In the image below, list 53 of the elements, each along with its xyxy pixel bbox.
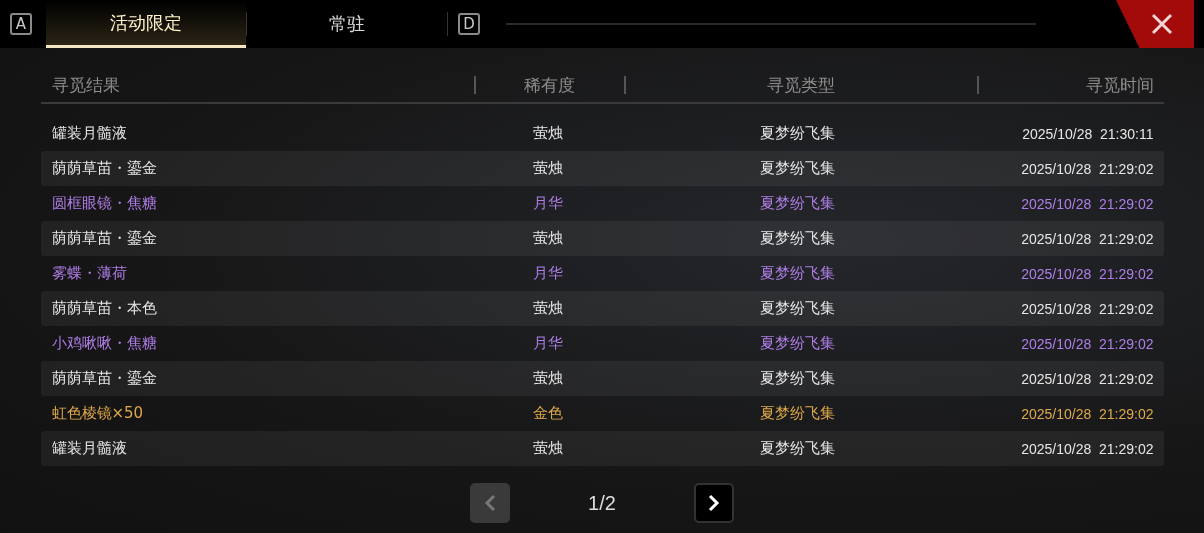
table-cell-text: 夏梦纷飞集 [758,404,836,423]
table-cell-text: 小鸡啾啾・焦糖 [50,334,158,353]
table-cell-text: 2025/10/28 21:29:02 [1020,195,1155,212]
close-button[interactable] [1116,0,1194,48]
table-cell-text: 2025/10/28 21:30:11 [1021,125,1155,142]
column-header: 寻觅类型 [766,73,836,97]
table-cell-text: 夏梦纷飞集 [758,369,836,388]
table-cell-text: 萤烛 [531,439,564,458]
table-cell-text: 夏梦纷飞集 [758,159,836,178]
table-cell-text: 夏梦纷飞集 [758,334,836,353]
table-cell-text: 2025/10/28 21:29:02 [1020,265,1155,282]
table-cell-text: 萤烛 [531,299,564,318]
table-cell-text: 荫荫草苗・鎏金 [50,229,158,248]
table-cell-text: 圆框眼镜・焦糖 [50,194,158,213]
table-cell-text: 萤烛 [531,229,564,248]
table-cell-text: 罐装月髓液 [50,124,128,143]
chevron-left-icon [483,494,497,512]
table-cell-text: 荫荫草苗・鎏金 [50,159,158,178]
table-cell-text: 月华 [531,264,564,283]
table-cell-text: 2025/10/28 21:29:02 [1020,230,1155,247]
table-cell-text: 2025/10/28 21:29:02 [1020,405,1155,422]
tab[interactable]: 常驻 [247,0,447,48]
table-cell-text: 月华 [531,194,564,213]
table-cell-text: 夏梦纷飞集 [758,124,836,143]
table-cell-text: 金色 [531,404,564,423]
column-header: 寻觅时间 [1084,73,1155,97]
table-cell-text: 荫荫草苗・鎏金 [50,369,158,388]
table-cell-text: 2025/10/28 21:29:02 [1020,335,1155,352]
table-cell-text: 夏梦纷飞集 [758,194,836,213]
table-cell-text: 夏梦纷飞集 [758,229,836,248]
table-cell-text: 雾蝶・薄荷 [50,264,128,283]
column-header: 寻觅结果 [50,73,121,97]
table-cell-text: 月华 [531,334,564,353]
page-indicator: 1/2 [587,491,617,515]
table-cell-text: 2025/10/28 21:29:02 [1020,370,1155,387]
table-cell-text: 萤烛 [531,369,564,388]
table-cell-text: 荫荫草苗・本色 [50,299,158,318]
table-cell-text: 2025/10/28 21:29:02 [1020,300,1155,317]
column-header: 稀有度 [523,73,576,97]
close-icon [1150,12,1174,36]
table-cell-text: 夏梦纷飞集 [758,299,836,318]
table-cell-text: 萤烛 [531,124,564,143]
table-cell-text: 虹色棱镜×50 [50,404,145,423]
chevron-right-icon [707,494,721,512]
table-cell-text: 萤烛 [531,159,564,178]
table-cell-text: 夏梦纷飞集 [758,264,836,283]
next-page-button[interactable] [694,483,734,523]
table-cell-text: 夏梦纷飞集 [758,439,836,458]
key-hint: A [10,13,32,35]
table-cell-text: 罐装月髓液 [50,439,128,458]
key-hint: D [458,13,480,35]
table-cell-text: 2025/10/28 21:29:02 [1020,440,1155,457]
table-cell-text: 2025/10/28 21:29:02 [1020,160,1155,177]
